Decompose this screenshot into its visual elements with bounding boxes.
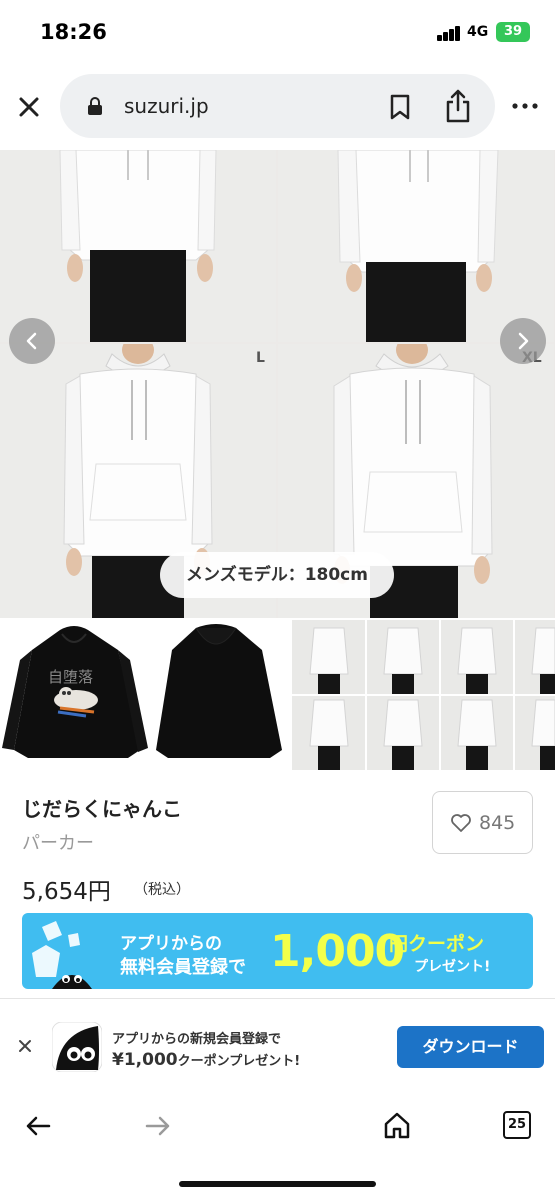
size-label-l: L	[256, 350, 265, 366]
forward-arrow-icon[interactable]	[145, 1115, 171, 1137]
app-logo-icon	[52, 1022, 102, 1072]
chevron-left-icon	[26, 332, 37, 350]
like-button[interactable]: 845	[432, 791, 533, 854]
product-photo-front-m	[278, 150, 554, 342]
divider	[0, 998, 555, 999]
app-mascot-icon	[32, 921, 92, 989]
download-promo-suffix: クーポンプレゼント!	[177, 1054, 301, 1069]
download-promo-amount: ¥1,000	[112, 1050, 178, 1070]
browser-bar: suzuri.jp	[0, 62, 555, 150]
promo-present: プレゼント!	[414, 959, 491, 975]
carousel-next-button[interactable]	[500, 318, 546, 364]
download-promo-line-1: アプリからの新規会員登録で	[112, 1032, 282, 1047]
download-promo-line-2: ¥1,000クーポンプレゼント!	[112, 1050, 300, 1070]
back-arrow-icon[interactable]	[25, 1115, 51, 1137]
signal-icon	[437, 25, 463, 41]
thumbnail-size-grid[interactable]	[292, 620, 555, 770]
chevron-right-icon	[518, 332, 529, 350]
product-price: 5,654円	[22, 879, 111, 905]
thumbnail-black-hoodie[interactable]: 自堕落	[0, 620, 290, 770]
bookmark-icon[interactable]	[387, 93, 413, 121]
status-time: 18:26	[40, 20, 107, 44]
promo-amount: 1,000	[270, 926, 405, 977]
product-title: じだらくにゃんこ	[22, 797, 182, 821]
url-text: suzuri.jp	[124, 94, 209, 118]
tax-note: （税込）	[134, 882, 190, 898]
home-icon[interactable]	[383, 1111, 411, 1139]
promo-unit: 円クーポン	[389, 933, 485, 955]
product-photo-front-s	[0, 150, 276, 342]
close-banner-icon[interactable]	[17, 1038, 33, 1054]
tabs-button[interactable]: 25	[503, 1111, 531, 1139]
status-bar: 18:26 4G 39	[0, 0, 555, 62]
battery-level: 39	[503, 24, 523, 39]
close-icon[interactable]	[14, 92, 44, 122]
thumbnail-strip: 自堕落	[0, 620, 555, 770]
promo-line-1: アプリからの	[120, 934, 222, 954]
home-indicator	[179, 1181, 376, 1187]
product-image-carousel[interactable]: L XL メンズモデル：180cm	[0, 150, 555, 618]
app-coupon-banner[interactable]: アプリからの 無料会員登録で 1,000 円クーポン プレゼント!	[22, 913, 533, 989]
model-size-caption: メンズモデル：180cm	[160, 552, 394, 598]
carousel-prev-button[interactable]	[9, 318, 55, 364]
product-category: パーカー	[22, 833, 94, 854]
battery-icon: 39	[496, 22, 530, 42]
promo-line-2: 無料会員登録で	[120, 957, 246, 978]
heart-icon	[451, 814, 471, 832]
hoodie-print-text: 自堕落	[48, 668, 93, 686]
address-bar[interactable]: suzuri.jp	[60, 74, 495, 138]
network-type: 4G	[467, 24, 489, 40]
share-icon[interactable]	[443, 88, 473, 124]
download-button[interactable]: ダウンロード	[397, 1026, 544, 1068]
lock-icon	[88, 97, 102, 115]
like-count: 845	[479, 812, 516, 834]
more-icon[interactable]	[511, 98, 539, 114]
